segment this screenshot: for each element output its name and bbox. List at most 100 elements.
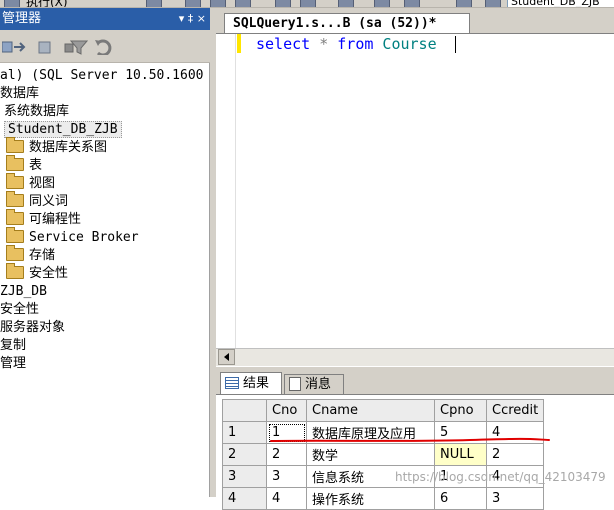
tab-sqlquery1[interactable]: SQLQuery1.s...B (sa (52))* (224, 13, 470, 34)
row-number[interactable]: 2 (222, 443, 267, 466)
editor-margin (216, 34, 236, 348)
folder-icon (6, 173, 24, 189)
tree-node[interactable]: 安全性 (6, 263, 69, 283)
tree-node[interactable]: 安全性 (0, 301, 39, 319)
disconnect-icon[interactable] (38, 39, 52, 55)
grid-cell[interactable]: 3 (485, 487, 545, 510)
grid-cell[interactable]: 6 (434, 487, 487, 510)
tree-node[interactable]: 系统数据库 (4, 103, 69, 121)
object-explorer-tree: al) (SQL Server 10.50.1600 数据库系统数据库 Stude… (0, 63, 210, 497)
keyword-select: select (256, 35, 311, 53)
tree-node-label: Service Broker (29, 230, 139, 245)
tree-node-label: 数据库 (0, 86, 40, 101)
row-header-corner[interactable] (222, 399, 267, 422)
folder-icon (6, 155, 24, 171)
grid-cell[interactable]: NULL (434, 443, 487, 466)
watermark-text: https://blog.csdn.net/qq_42103479 (395, 470, 606, 484)
grid-icon (225, 376, 239, 389)
message-icon (289, 376, 301, 391)
table-row[interactable]: 2 2 数学 NULL 2 (222, 443, 545, 466)
column-header-ccredit[interactable]: Ccredit (485, 399, 545, 422)
server-node[interactable]: al) (SQL Server 10.50.1600 (0, 67, 204, 85)
tree-node-label: 数据库关系图 (29, 140, 108, 155)
keyword-from: from (337, 35, 374, 53)
grid-cell[interactable]: 2 (266, 443, 307, 466)
row-number[interactable]: 1 (222, 421, 267, 444)
tab-messages[interactable]: 消息 (284, 374, 344, 394)
tree-node-label: 安全性 (29, 266, 69, 281)
tree-node[interactable]: 可编程性 (6, 209, 82, 229)
toolbar-icon[interactable] (185, 0, 201, 7)
toolbar-icon[interactable] (300, 0, 316, 7)
tree-node[interactable]: 同义词 (6, 191, 69, 211)
results-grid: Cno Cname Cpno Ccredit 1 1 数据库原理及应用 5 4 2 2 数学 N… (222, 399, 545, 510)
object-explorer-title: 管理器 (2, 11, 42, 26)
tree-node[interactable]: Service Broker (6, 227, 139, 247)
column-header-cno[interactable]: Cno (266, 399, 307, 422)
folder-icon (6, 245, 24, 261)
object-explorer-toolbar (0, 30, 210, 63)
tree-node[interactable]: 数据库 (0, 85, 39, 103)
toolbar-icon[interactable] (4, 0, 20, 7)
filter-icon[interactable] (70, 39, 88, 55)
column-header-cname[interactable]: Cname (306, 399, 435, 422)
tree-node[interactable]: 管理 (0, 355, 26, 373)
tab-results[interactable]: 结果 (220, 372, 282, 394)
tree-node[interactable]: 数据库关系图 (6, 137, 108, 157)
tree-node[interactable]: ZJB_DB (0, 283, 47, 301)
folder-icon (6, 209, 24, 225)
tree-node-label: 服务器对象 (0, 320, 66, 335)
tree-node-label: 复制 (0, 338, 27, 353)
object-explorer-title-bar: 管理器 ▾ ‡ × (0, 8, 210, 30)
tree-node-label: 管理 (0, 356, 27, 371)
folder-icon (6, 191, 24, 207)
grid-cell[interactable]: 3 (266, 465, 307, 488)
toolbar-icon[interactable] (404, 0, 420, 7)
tree-node[interactable]: 复制 (0, 337, 26, 355)
red-annotation-line (270, 437, 550, 442)
code-line-1[interactable]: select * from Course (256, 34, 437, 54)
tree-node-label: ZJB_DB (0, 284, 47, 299)
tree-node-label: 同义词 (29, 194, 69, 209)
row-number[interactable]: 4 (222, 487, 267, 510)
grid-cell[interactable]: 4 (266, 487, 307, 510)
grid-cell[interactable]: 操作系统 (306, 487, 435, 510)
text-caret (455, 36, 456, 53)
toolbar-icon[interactable] (485, 0, 501, 7)
grid-cell[interactable]: 2 (485, 443, 545, 466)
grid-cell[interactable]: 数学 (306, 443, 435, 466)
toolbar-icon[interactable] (210, 0, 226, 7)
toolbar-icon[interactable] (146, 0, 162, 7)
tree-node-label: 可编程性 (29, 212, 82, 227)
execute-button[interactable]: 执行(X) (26, 0, 68, 7)
operator-star: * (310, 35, 338, 53)
modified-line-marker (237, 34, 241, 53)
tab-messages-label: 消息 (305, 377, 332, 392)
tree-node[interactable]: Student_DB_ZJB (4, 121, 122, 139)
sql-editor[interactable] (216, 34, 614, 348)
tree-node-label: 表 (29, 158, 43, 173)
database-selector[interactable]: Student_DB_ZJB (507, 0, 614, 7)
folder-icon (6, 263, 24, 279)
tree-node[interactable]: 服务器对象 (0, 319, 65, 337)
row-number[interactable]: 3 (222, 465, 267, 488)
connect-icon[interactable] (2, 39, 26, 55)
tab-results-label: 结果 (243, 376, 270, 391)
folder-icon (6, 227, 24, 243)
pane-buttons[interactable]: ▾ ‡ × (179, 8, 206, 30)
toolbar-icon[interactable] (374, 0, 390, 7)
tree-node-label: 安全性 (0, 302, 40, 317)
scroll-left-arrow-icon[interactable] (218, 349, 235, 365)
toolbar-icon[interactable] (235, 0, 251, 7)
column-header-cpno[interactable]: Cpno (434, 399, 487, 422)
toolbar-icon[interactable] (338, 0, 354, 7)
refresh-icon[interactable] (94, 39, 114, 55)
toolbar-icon[interactable] (456, 0, 472, 7)
tree-node-label: 视图 (29, 176, 56, 191)
tree-node-label: Student_DB_ZJB (4, 121, 122, 138)
identifier-course: Course (373, 35, 437, 53)
table-row[interactable]: 4 4 操作系统 6 3 (222, 487, 545, 510)
tree-node-label: 存储 (29, 248, 56, 263)
toolbar-icon[interactable] (275, 0, 291, 7)
editor-horizontal-scrollbar[interactable] (216, 348, 614, 366)
